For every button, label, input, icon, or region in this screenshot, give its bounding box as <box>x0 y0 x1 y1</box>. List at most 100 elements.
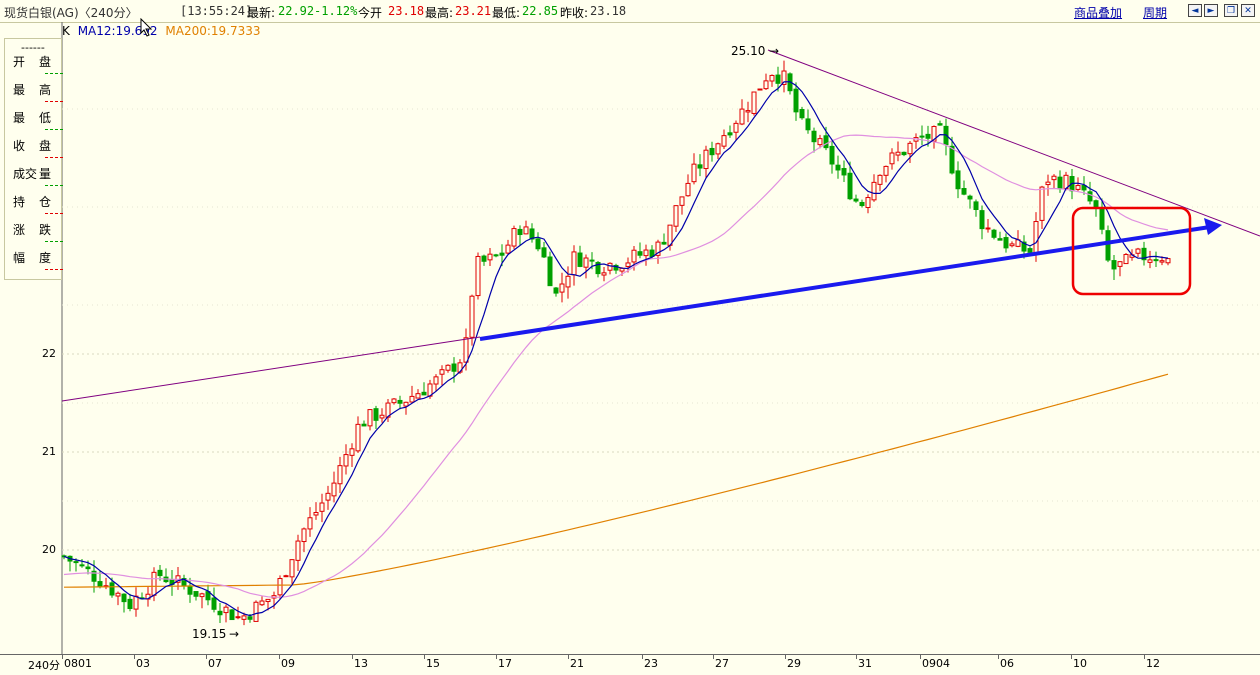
k-label: K <box>62 24 70 38</box>
indicator-legend: K MA12:19.692 MA200:19.7333 <box>62 24 265 38</box>
candle-down <box>217 610 223 616</box>
candle-down <box>775 74 781 84</box>
x-tick-mark <box>568 655 569 659</box>
candle-up <box>673 205 679 227</box>
candle-down <box>955 170 961 190</box>
candle-down <box>799 109 805 119</box>
candle-up <box>907 142 913 155</box>
candle-up <box>607 262 613 271</box>
panel-row-underline <box>45 73 63 74</box>
candle-down <box>499 252 505 256</box>
low-label: 最低: <box>492 6 521 20</box>
candle-up <box>523 226 529 235</box>
instrument-title[interactable]: 现货白银(AG)〈240分〉 <box>4 4 138 21</box>
restore-icon[interactable]: ❐ <box>1224 4 1238 17</box>
candle-down <box>541 247 547 258</box>
candle-up <box>301 528 307 543</box>
candle-down <box>547 256 553 287</box>
panel-row: 开盘 <box>11 51 63 75</box>
candle-up <box>685 182 691 197</box>
panel-row-label-a: 持 <box>13 195 26 209</box>
candle-up <box>511 228 517 247</box>
x-tick-mark <box>642 655 643 659</box>
candle-down <box>793 88 799 113</box>
candle-down <box>373 408 379 421</box>
x-tick-mark <box>920 655 921 659</box>
overlay-button[interactable]: 商品叠加 <box>1074 4 1122 21</box>
candle-down <box>97 581 103 587</box>
x-tick-mark <box>206 655 207 659</box>
candle-up <box>235 616 241 619</box>
x-tick-mark <box>856 655 857 659</box>
price-chart[interactable]: 25.10 → 19.15 → <box>0 22 1260 654</box>
candle-down <box>127 598 133 610</box>
x-tick-label: 10 <box>1073 657 1087 670</box>
candle-down <box>229 609 235 621</box>
candle-down <box>919 135 925 138</box>
x-tick-label: 27 <box>715 657 729 670</box>
candle-down <box>835 164 841 171</box>
info-panel: ------ 开盘最高最低收盘成交量持仓涨跌幅度 <box>4 38 63 280</box>
candle-down <box>589 259 595 262</box>
y-tick-label: 21 <box>42 445 56 458</box>
panel-row: 持仓 <box>11 191 63 215</box>
panel-row-underline <box>45 101 63 102</box>
x-tick-label: 31 <box>858 657 872 670</box>
candle-down <box>979 210 985 230</box>
candle-up <box>223 606 229 614</box>
candle-down <box>361 423 367 427</box>
x-tick-label: 0801 <box>64 657 92 670</box>
quote-bar: 现货白银(AG)〈240分〉 [13:55:24] 最新: 22.92 -1.1… <box>0 0 1260 23</box>
candle-up <box>289 559 295 578</box>
candle-up <box>625 262 631 267</box>
candle-up <box>1039 186 1045 221</box>
candle-up <box>241 615 247 620</box>
candle-down <box>535 238 541 250</box>
prev-close-label: 昨收: <box>560 6 589 20</box>
panel-row-underline <box>45 157 63 158</box>
panel-row-underline <box>45 241 63 242</box>
candle-up <box>469 295 475 338</box>
candle-down <box>823 135 829 149</box>
scroll-right-icon[interactable]: ► <box>1204 4 1218 17</box>
change-pct: -1.12% <box>314 4 358 18</box>
ma60-line <box>63 134 1169 598</box>
candle-down <box>79 564 85 567</box>
candle-down <box>157 569 163 577</box>
candle-up <box>439 369 445 375</box>
close-icon[interactable]: ✕ <box>1241 4 1255 17</box>
candle-down <box>805 118 811 131</box>
candle-up <box>817 138 823 146</box>
candle-up <box>715 143 721 155</box>
candle-up <box>583 257 589 268</box>
candle-up <box>403 401 409 407</box>
scroll-left-icon[interactable]: ◄ <box>1188 4 1202 17</box>
x-tick-mark <box>352 655 353 659</box>
candle-up <box>343 454 349 467</box>
panel-row: 涨跌 <box>11 219 63 243</box>
candle-up <box>679 196 685 206</box>
candles <box>61 60 1171 626</box>
candle-up <box>409 395 415 403</box>
candle-down <box>847 172 853 200</box>
candle-up <box>1123 253 1129 265</box>
candle-down <box>517 228 523 236</box>
quote-time: [13:55:24] <box>180 4 253 18</box>
panel-row-label-a: 最 <box>13 111 26 125</box>
high-annotation: 25.10 <box>731 44 765 58</box>
candle-up <box>631 249 637 263</box>
panel-row: 最低 <box>11 107 63 131</box>
candle-up <box>745 110 751 113</box>
period-button[interactable]: 周期 <box>1143 4 1167 21</box>
candle-up <box>691 163 697 183</box>
candle-down <box>577 252 583 267</box>
candle-down <box>697 164 703 169</box>
x-tick-mark <box>134 655 135 659</box>
candle-up <box>1009 243 1015 247</box>
candle-up <box>307 517 313 530</box>
period-label: 240分 <box>28 659 60 672</box>
candle-down <box>109 582 115 596</box>
candle-up <box>355 423 361 452</box>
candle-up <box>1135 248 1141 254</box>
candle-down <box>121 593 127 603</box>
